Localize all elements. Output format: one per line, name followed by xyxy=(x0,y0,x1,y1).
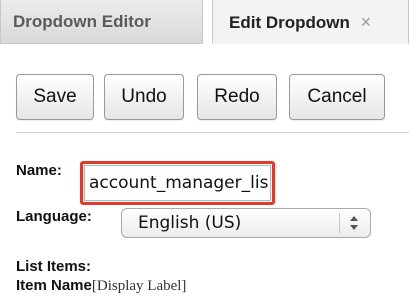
undo-button[interactable]: Undo xyxy=(104,74,184,120)
redo-button[interactable]: Redo xyxy=(197,74,277,120)
list-items-label: List Items: xyxy=(16,258,92,275)
tab-label: Edit Dropdown xyxy=(229,13,350,32)
tab-dropdown-editor[interactable]: Dropdown Editor xyxy=(0,0,203,44)
language-select-value: English (US) xyxy=(138,213,242,233)
tab-bar: Dropdown Editor Edit Dropdown × xyxy=(0,0,409,44)
display-label-text: [Display Label] xyxy=(91,278,187,294)
language-select[interactable]: English (US) xyxy=(121,208,371,238)
updown-arrows-icon xyxy=(346,209,362,237)
tab-label: Dropdown Editor xyxy=(13,12,151,31)
name-label: Name: xyxy=(16,162,62,179)
close-icon[interactable]: × xyxy=(361,12,372,32)
language-label: Language: xyxy=(16,208,92,225)
name-input[interactable]: account_manager_lis xyxy=(84,165,271,201)
cancel-button[interactable]: Cancel xyxy=(289,74,385,120)
tab-edit-dropdown[interactable]: Edit Dropdown × xyxy=(212,0,409,44)
item-name-header: Item Name[Display Label] xyxy=(16,277,186,295)
item-name-label: Item Name xyxy=(16,277,92,294)
save-button[interactable]: Save xyxy=(16,74,94,120)
select-divider xyxy=(339,213,340,233)
divider xyxy=(16,132,409,133)
